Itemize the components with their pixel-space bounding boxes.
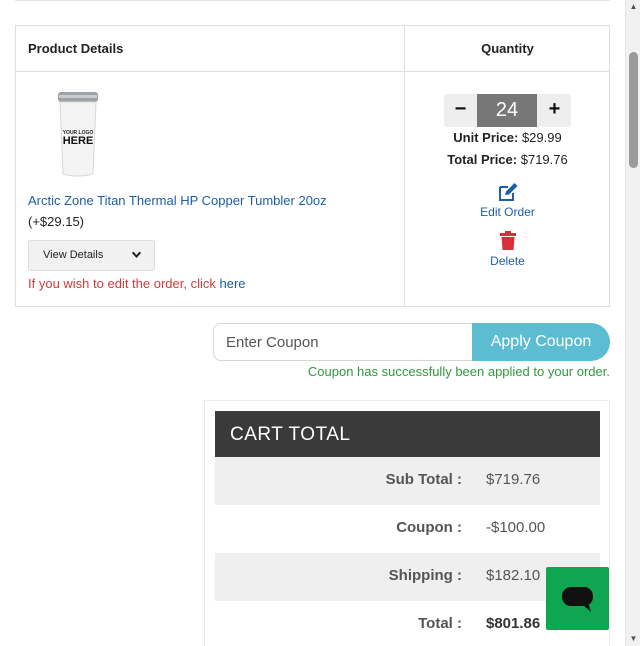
apply-coupon-button[interactable]: Apply Coupon [472, 323, 610, 361]
subtotal-value: $719.76 [486, 471, 541, 488]
unit-price: Unit Price: $29.99 [405, 130, 610, 145]
coupon-input[interactable] [213, 323, 475, 361]
cart-total-title: CART TOTAL [215, 411, 600, 457]
scroll-up-arrow[interactable]: ▲ [626, 0, 640, 14]
delete-label: Delete [490, 254, 525, 268]
view-details-dropdown[interactable]: View Details [28, 240, 155, 271]
total-price: Total Price: $719.76 [405, 152, 610, 167]
product-image[interactable]: YOUR LOGO HERE [56, 90, 100, 178]
unit-price-value: $29.99 [521, 130, 562, 145]
cart-table: Product Details Quantity YOUR LOGO HERE … [15, 25, 610, 307]
table-row: YOUR LOGO HERE Arctic Zone Titan Thermal… [16, 72, 609, 306]
scroll-down-arrow[interactable]: ▼ [626, 632, 640, 646]
shipping-value: $182.10 [486, 567, 541, 584]
edit-note-text: If you wish to edit the order, click [28, 276, 216, 291]
subtotal-row: Sub Total : $719.76 [215, 457, 600, 505]
coupon-success-message: Coupon has successfully been applied to … [307, 364, 610, 379]
coupon-discount-row: Coupon : -$100.00 [215, 505, 600, 553]
total-price-label: Total Price: [447, 152, 518, 167]
delete-button[interactable]: Delete [405, 230, 610, 268]
chat-button[interactable] [546, 567, 609, 630]
grand-total-row: Total : $801.86 [215, 601, 600, 646]
edit-here-link[interactable]: here [220, 276, 246, 291]
coupon-discount-label: Coupon : [396, 519, 462, 536]
quantity-value[interactable]: 24 [477, 94, 537, 127]
trash-icon [499, 231, 516, 250]
header-quantity: Quantity [481, 41, 534, 56]
view-details-label: View Details [43, 249, 104, 261]
total-price-value: $719.76 [520, 152, 568, 167]
top-divider [15, 0, 610, 1]
unit-price-label: Unit Price: [453, 130, 519, 145]
product-cell: YOUR LOGO HERE Arctic Zone Titan Thermal… [16, 72, 405, 306]
shipping-label: Shipping : [388, 567, 462, 584]
coupon-discount-value: -$100.00 [486, 519, 546, 536]
page-scrollbar[interactable]: ▲ ▼ [625, 0, 640, 646]
grand-total-value: $801.86 [486, 615, 541, 632]
edit-order-note: If you wish to edit the order, click her… [28, 276, 246, 291]
product-name-link[interactable]: Arctic Zone Titan Thermal HP Copper Tumb… [28, 193, 327, 208]
quantity-increase-button[interactable]: + [538, 94, 571, 127]
subtotal-label: Sub Total : [385, 471, 462, 488]
quantity-cell: − 24 + Unit Price: $29.99 Total Price: $… [405, 72, 610, 306]
edit-order-button[interactable]: Edit Order [405, 182, 610, 219]
chat-bubble-icon [562, 587, 593, 612]
scrollbar-thumb[interactable] [629, 52, 638, 168]
edit-icon [498, 183, 517, 201]
product-price-addon: (+$29.15) [28, 214, 85, 229]
chevron-down-icon [131, 249, 142, 263]
header-product-details: Product Details [16, 26, 405, 72]
edit-order-label: Edit Order [480, 205, 535, 219]
quantity-stepper: − 24 + [444, 94, 571, 127]
grand-total-label: Total : [418, 615, 462, 632]
quantity-decrease-button[interactable]: − [444, 94, 477, 127]
table-header-row: Product Details Quantity [16, 26, 609, 72]
shipping-row: Shipping : $182.10 [215, 553, 600, 601]
logo-placeholder-bottom: HERE [63, 135, 94, 147]
